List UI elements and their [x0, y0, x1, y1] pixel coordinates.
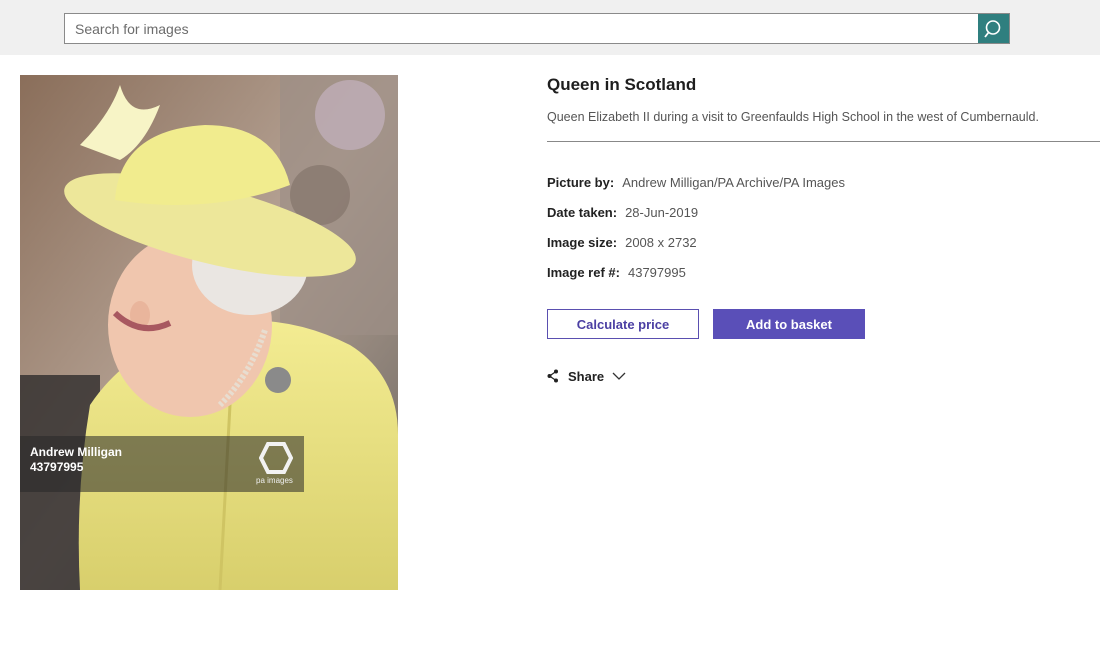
chevron-down-icon [612, 372, 626, 380]
main-image[interactable]: Andrew Milligan 43797995 pa images [20, 75, 398, 590]
meta-image-ref: Image ref #: 43797995 [547, 265, 686, 280]
meta-value: 28-Jun-2019 [625, 205, 699, 220]
search-box [64, 13, 1010, 44]
search-button[interactable] [978, 14, 1009, 43]
calculate-price-button[interactable]: Calculate price [547, 309, 699, 339]
meta-value: 2008 x 2732 [625, 235, 697, 250]
share-toggle[interactable]: Share [547, 366, 626, 386]
image-caption: Queen Elizabeth II during a visit to Gre… [547, 110, 1039, 124]
meta-label: Date taken: [547, 205, 618, 220]
meta-value: 43797995 [627, 265, 686, 280]
add-to-basket-button[interactable]: Add to basket [713, 309, 865, 339]
pa-logo-icon [259, 442, 293, 474]
meta-picture-by: Picture by: Andrew Milligan/PA Archive/PA… [547, 175, 845, 190]
image-details: Queen in Scotland Queen Elizabeth II dur… [547, 74, 1100, 384]
photo-scene [20, 75, 398, 590]
meta-value: Andrew Milligan/PA Archive/PA Images [622, 175, 845, 190]
search-icon [983, 19, 1000, 38]
watermark-band: Andrew Milligan 43797995 pa images [20, 436, 304, 492]
share-label: Share [568, 368, 605, 384]
meta-date-taken: Date taken: 28-Jun-2019 [547, 205, 698, 220]
meta-label: Picture by: [547, 175, 615, 190]
share-icon [547, 369, 558, 383]
meta-label: Image ref #: [547, 265, 620, 280]
top-search-bar [0, 0, 1100, 55]
image-title: Queen in Scotland [547, 75, 697, 94]
meta-image-size: Image size: 2008 x 2732 [547, 235, 697, 250]
watermark-ref: 43797995 [30, 460, 84, 474]
watermark-photographer: Andrew Milligan [30, 445, 123, 459]
divider [547, 141, 1100, 142]
search-input[interactable] [65, 14, 977, 43]
meta-label: Image size: [547, 235, 618, 250]
watermark-logo-text: pa images [256, 476, 293, 485]
